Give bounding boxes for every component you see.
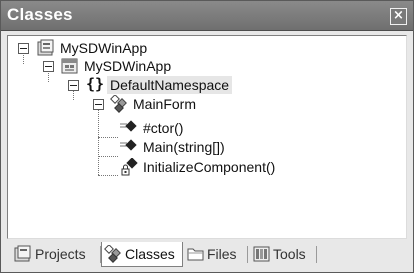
private-method-icon [121,158,138,176]
tools-icon [253,246,270,262]
class-icon [110,95,127,113]
classes-icon [104,245,121,263]
close-button[interactable]: × [390,8,407,25]
tab-tools[interactable]: Tools [251,242,315,266]
classes-window: Classes × MySDWinApp MySDWinApp {} Defau… [0,0,414,273]
tree-node-label: Main(string[]) [143,139,225,155]
project-icon [61,58,78,74]
tree-node-label: InitializeComponent() [143,159,276,175]
tree-node-label: MySDWinApp [60,40,148,56]
method-icon [120,139,137,151]
tab-classes[interactable]: Classes [101,242,183,267]
tree-node-label: #ctor() [143,120,184,136]
tree-node[interactable]: InitializeComponent() [8,158,308,176]
collapse-toggle[interactable] [18,43,29,54]
namespace-icon: {} [86,75,105,93]
pad-tab-bar: Projects Classes Files Tools [7,242,405,268]
tree-node-label: MainForm [133,96,197,112]
tab-separator [316,246,317,263]
tree-connector [98,156,118,157]
collapse-toggle[interactable] [43,61,54,72]
tab-projects[interactable]: Projects [11,242,99,266]
tree-node[interactable]: MySDWinApp [8,39,308,57]
class-tree[interactable]: MySDWinApp MySDWinApp {} DefaultNamespac… [7,35,407,239]
tree-node-label: MySDWinApp [84,58,172,74]
tree-node-label: DefaultNamespace [107,76,233,94]
folder-icon [187,248,204,261]
method-icon [120,120,137,132]
tab-separator [247,246,248,263]
tab-label: Tools [273,246,306,262]
projects-icon [14,245,31,262]
collapse-toggle[interactable] [93,99,104,110]
tree-node[interactable]: Main(string[]) [8,138,308,156]
tree-node[interactable]: MainForm [8,95,308,113]
collapse-toggle[interactable] [68,80,79,91]
solution-icon [37,39,54,56]
tab-label: Classes [125,246,175,262]
window-title: Classes [7,5,73,24]
tree-node[interactable]: {} DefaultNamespace [8,75,308,94]
tab-files[interactable]: Files [185,242,247,266]
tab-label: Projects [35,246,86,262]
tree-node[interactable]: #ctor() [8,119,308,137]
tree-node[interactable]: MySDWinApp [8,57,308,75]
tab-label: Files [207,246,237,262]
title-bar[interactable]: Classes × [1,1,413,31]
